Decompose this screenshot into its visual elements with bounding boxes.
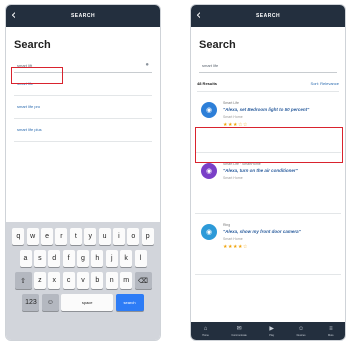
skill-icon: ◉ [201, 224, 217, 240]
nav-label: Play [269, 333, 275, 337]
skill-icon: ◉ [201, 163, 217, 179]
shift-key[interactable]: ⇧ [14, 272, 32, 289]
keyboard-key[interactable]: v [77, 272, 89, 289]
communicate-icon: ✉ [236, 325, 242, 332]
suggestion-item[interactable]: smart life plus [14, 119, 152, 142]
keyboard-key[interactable]: j [105, 250, 118, 267]
keyboard-key[interactable]: q [12, 228, 25, 245]
globe-key[interactable]: ☺ [41, 294, 59, 311]
top-bar-title: SEARCH [255, 13, 281, 19]
nav-communicate[interactable]: ✉ Communicate [231, 326, 246, 337]
keyboard-key[interactable]: t [69, 228, 82, 245]
keyboard-key[interactable]: l [134, 250, 147, 267]
play-icon: ▶ [269, 325, 275, 332]
keyboard-key[interactable]: s [33, 250, 46, 267]
back-icon[interactable]: ‹ [196, 8, 201, 24]
keyboard-key[interactable]: u [98, 228, 111, 245]
skill-category: Smart Home [223, 115, 243, 119]
nav-devices[interactable]: ☺ Devices [297, 326, 306, 337]
skill-phrase: "Alexa, show my front door camera" [223, 229, 301, 234]
keyboard-key[interactable]: g [77, 250, 89, 267]
keyboard-key[interactable]: a [19, 250, 32, 267]
keyboard-row-1: qwertyuiop [6, 228, 160, 245]
keyboard-key[interactable]: f [62, 250, 75, 267]
top-bar: ‹ SEARCH [6, 5, 160, 27]
suggestion-item[interactable]: smart life pro [14, 96, 152, 119]
more-icon: ≡ [329, 325, 333, 332]
page-title: Search [14, 39, 51, 51]
skill-phrase: "Alexa, turn on the air conditioner" [223, 168, 298, 173]
microphone-icon[interactable]: ● [145, 59, 149, 72]
star-rating: ★★★★☆ [223, 244, 248, 250]
nav-label: Communicate [231, 333, 247, 337]
back-icon[interactable]: ‹ [11, 8, 16, 24]
keyboard-key[interactable]: d [48, 250, 61, 267]
keyboard-key[interactable]: z [33, 272, 46, 289]
keyboard-key[interactable]: m [120, 272, 133, 289]
left-phone-screen: ‹ SEARCH Search smart lift ● smart life … [5, 4, 161, 341]
keyboard-key[interactable]: x [48, 272, 61, 289]
right-phone-screen: ‹ SEARCH Search smart life 48 Results So… [190, 4, 346, 341]
results-count: 48 Results [197, 81, 218, 86]
nav-play[interactable]: ▶ Play [269, 326, 274, 337]
skill-phrase: "Alexa, set Bedroom light to 50 percent" [223, 107, 310, 112]
search-key[interactable]: search [115, 294, 144, 311]
on-screen-keyboard: qwertyuiop asdfghjkl ⇧ zxcvbnm ⌫ 123 ☺ s… [6, 222, 160, 340]
keyboard-key[interactable]: b [91, 272, 104, 289]
nav-home[interactable]: ⌂ Home [202, 326, 209, 337]
keyboard-key[interactable]: i [112, 228, 125, 245]
search-input-value: smart life [202, 63, 219, 68]
keyboard-key[interactable]: w [26, 228, 39, 245]
keyboard-row-3: ⇧ zxcvbnm ⌫ [6, 272, 160, 289]
search-highlight-box [11, 67, 63, 84]
nav-label: Home [202, 333, 209, 337]
keyboard-key[interactable]: p [141, 228, 154, 245]
page-title: Search [199, 39, 236, 51]
results-header: 48 Results Sort: Relevance [197, 81, 339, 92]
keyboard-key[interactable]: o [127, 228, 140, 245]
keyboard-key[interactable]: k [120, 250, 133, 267]
keyboard-key[interactable]: e [41, 228, 54, 245]
space-key[interactable]: space [61, 294, 114, 311]
top-bar: ‹ SEARCH [191, 5, 345, 27]
keyboard-key[interactable]: r [55, 228, 68, 245]
devices-icon: ☺ [298, 325, 305, 332]
nav-more[interactable]: ≡ More [328, 326, 334, 337]
home-icon: ⌂ [203, 325, 208, 332]
keyboard-key[interactable]: h [91, 250, 104, 267]
result-highlight-box [195, 127, 343, 163]
keyboard-row-2: asdfghjkl [6, 250, 160, 267]
skill-result[interactable]: ◉ Ring "Alexa, show my front door camera… [195, 214, 341, 275]
skill-category: Smart Home [223, 237, 243, 241]
skill-name: Smart Life [223, 101, 239, 105]
sort-dropdown[interactable]: Sort: Relevance [311, 81, 339, 86]
top-bar-title: SEARCH [70, 13, 96, 19]
backspace-key[interactable]: ⌫ [134, 272, 152, 289]
bottom-navigation: ⌂ Home ✉ Communicate ▶ Play ☺ Devices ≡ … [191, 322, 345, 340]
nav-label: More [328, 333, 334, 337]
skill-category: Smart Home [223, 176, 243, 180]
numbers-key[interactable]: 123 [22, 294, 40, 311]
skill-name: Ring [223, 223, 231, 227]
keyboard-row-4: 123 ☺ space search [6, 294, 160, 311]
keyboard-key[interactable]: n [105, 272, 118, 289]
keyboard-key[interactable]: c [62, 272, 75, 289]
nav-label: Devices [296, 333, 306, 337]
keyboard-key[interactable]: y [84, 228, 97, 245]
skill-icon: ◉ [201, 102, 217, 118]
search-input[interactable]: smart life [199, 59, 337, 73]
